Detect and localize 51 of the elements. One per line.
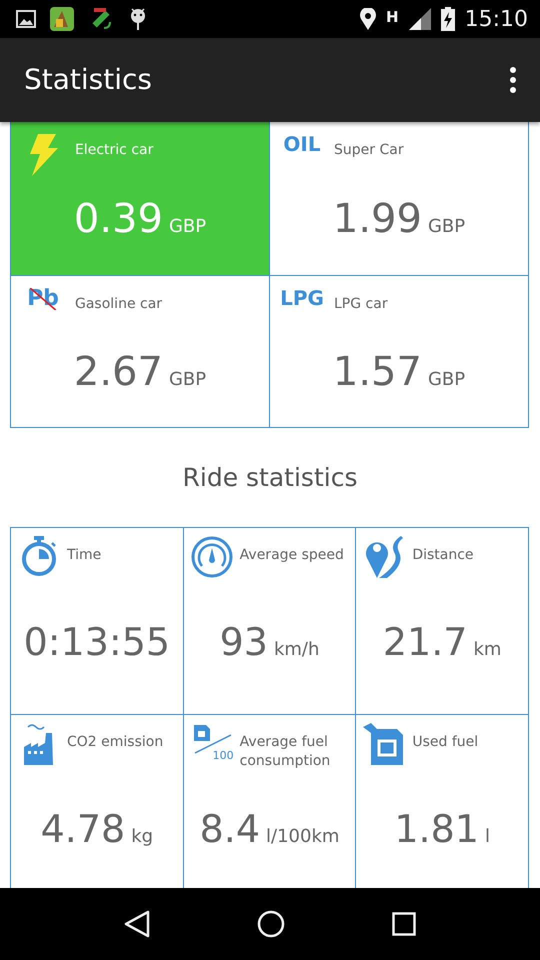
price-value: 0.39 — [74, 194, 163, 244]
car-type-label: Super Car — [334, 141, 404, 160]
image-icon — [16, 10, 36, 28]
signal-icon — [408, 8, 431, 30]
fuel-type-icon: LPG — [280, 288, 324, 308]
unit-label: l/100km — [266, 824, 340, 848]
screen-title: Statistics — [24, 62, 152, 98]
stat-value: 8.4 — [200, 806, 260, 852]
stat-value: 4.78 — [40, 806, 126, 852]
stat-label: Time — [67, 546, 102, 565]
network-type: H — [386, 6, 399, 28]
android-icon — [128, 7, 148, 31]
fuel-price-card[interactable]: LPG LPG car 1.57 GBP — [270, 275, 529, 427]
stat-value: 0:13:55 — [24, 618, 170, 666]
currency-label: GBP — [428, 214, 466, 238]
factory-icon — [24, 723, 54, 765]
stat-value: 1.81 — [394, 806, 479, 852]
unit-label: km — [473, 638, 502, 662]
stat-label: Average speed — [240, 546, 345, 565]
location-icon — [360, 8, 376, 30]
stat-label: Distance — [412, 546, 475, 565]
speedometer-icon — [190, 536, 233, 578]
battery-charging-icon — [440, 7, 455, 31]
car-type-label: Gasoline car — [75, 295, 162, 314]
lightning-icon — [28, 134, 58, 176]
stat-label: Used fuel — [412, 733, 480, 752]
clock: 15:10 — [464, 6, 528, 34]
unit-label: km/h — [274, 638, 320, 662]
stat-value: 21.7 — [382, 618, 468, 666]
car-type-label: Electric car — [75, 141, 154, 160]
map-app-icon — [50, 7, 74, 31]
stat-label: Average fuel consumption — [240, 733, 332, 771]
stat-label: CO2 emission — [67, 733, 164, 752]
currency-label: GBP — [428, 368, 466, 392]
stat-value: 93 — [220, 618, 268, 666]
map-pin-road-icon — [365, 536, 404, 578]
price-value: 2.67 — [74, 348, 163, 396]
currency-label: GBP — [168, 214, 206, 238]
home-icon[interactable] — [256, 910, 285, 938]
unit-label: l — [484, 824, 490, 848]
currency-label: GBP — [168, 368, 206, 392]
price-value: 1.99 — [332, 194, 422, 244]
recent-apps-icon[interactable] — [392, 912, 416, 936]
back-icon[interactable] — [124, 910, 150, 938]
stopwatch-icon — [21, 536, 57, 576]
price-value: 1.57 — [332, 348, 422, 396]
fuel-type-icon: OIL — [283, 134, 321, 154]
car-type-label: LPG car — [334, 295, 388, 314]
unit-label: kg — [131, 824, 154, 848]
fuel-can-icon — [363, 723, 406, 765]
section-title: Ride statistics — [182, 462, 358, 494]
